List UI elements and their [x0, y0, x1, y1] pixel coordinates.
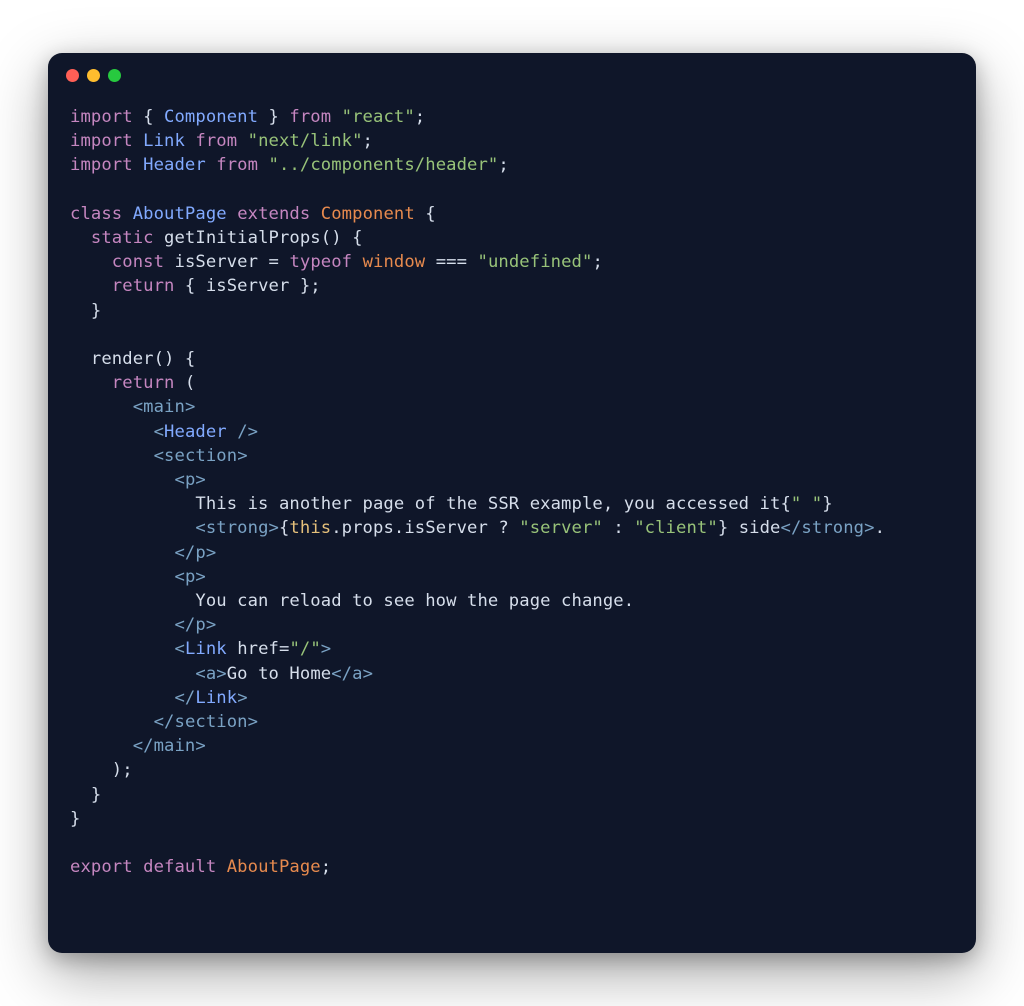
code-line: </Link> [70, 688, 248, 708]
close-icon[interactable] [66, 69, 79, 82]
code-line: class AboutPage extends Component { [70, 204, 436, 224]
code-line: render() { [70, 349, 195, 369]
code-line: <strong>{this.props.isServer ? "server" … [70, 518, 885, 538]
code-line: import Link from "next/link"; [70, 131, 373, 151]
code-line: </p> [70, 543, 216, 563]
code-line: This is another page of the SSR example,… [70, 494, 833, 514]
code-line: </main> [70, 736, 206, 756]
code-line: </p> [70, 615, 216, 635]
code-line: return { isServer }; [70, 276, 321, 296]
code-line: export default AboutPage; [70, 857, 331, 877]
maximize-icon[interactable] [108, 69, 121, 82]
window-titlebar [48, 53, 976, 97]
code-line: } [70, 809, 80, 829]
code-line: return ( [70, 373, 195, 393]
code-window: import { Component } from "react"; impor… [48, 53, 976, 953]
code-line: static getInitialProps() { [70, 228, 363, 248]
code-line: import { Component } from "react"; [70, 107, 425, 127]
code-line: <a>Go to Home</a> [70, 664, 373, 684]
code-line: <p> [70, 567, 206, 587]
code-line: <Link href="/"> [70, 639, 331, 659]
code-line: </section> [70, 712, 258, 732]
code-line: } [70, 785, 101, 805]
code-line: const isServer = typeof window === "unde… [70, 252, 603, 272]
code-line: ); [70, 760, 133, 780]
code-line: <main> [70, 397, 195, 417]
code-line: <section> [70, 446, 248, 466]
code-line: <p> [70, 470, 206, 490]
code-line: } [70, 301, 101, 321]
minimize-icon[interactable] [87, 69, 100, 82]
code-editor[interactable]: import { Component } from "react"; impor… [48, 97, 976, 902]
code-line: <Header /> [70, 422, 258, 442]
code-line: You can reload to see how the page chang… [70, 591, 634, 611]
code-line: import Header from "../components/header… [70, 155, 509, 175]
